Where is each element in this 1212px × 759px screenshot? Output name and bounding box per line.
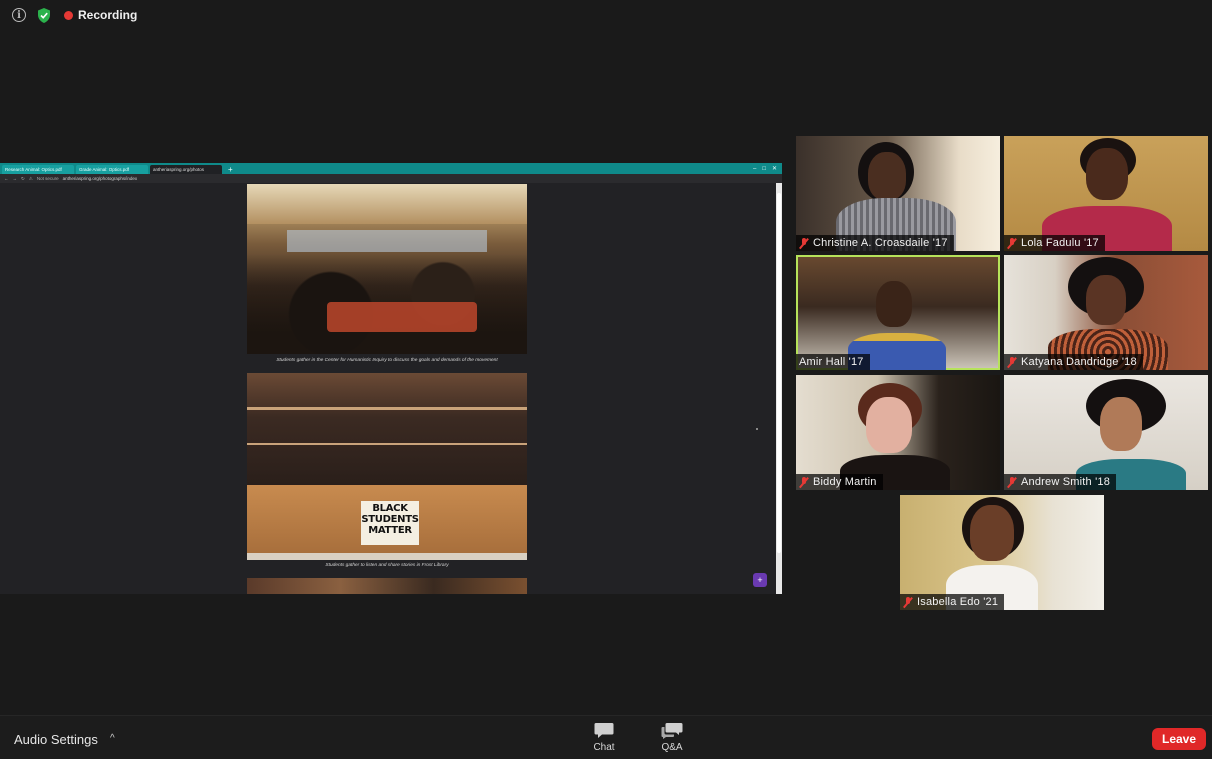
browser-address-bar[interactable]: ← → ↻ ⚠ Not secure antheriaspring.org/ph… [0, 174, 782, 183]
close-icon[interactable]: ✕ [772, 164, 777, 174]
leave-button[interactable]: Leave [1152, 728, 1206, 750]
mic-muted-icon [1007, 237, 1017, 249]
qa-label: Q&A [661, 742, 683, 753]
lock-warning-icon: ⚠ [28, 175, 33, 181]
chat-icon [594, 723, 614, 738]
mic-muted-icon [903, 596, 913, 608]
participant-nametag: Amir Hall '17 [796, 354, 870, 370]
photo-frost-library: BLACK STUDENTS MATTER [247, 373, 527, 560]
scrollbar-thumb[interactable] [777, 193, 781, 553]
video-tile[interactable]: Andrew Smith '18 [1004, 375, 1208, 490]
info-icon[interactable]: i [12, 8, 26, 22]
participant-nametag: Lola Fadulu '17 [1004, 235, 1105, 251]
browser-tab[interactable]: Grade Animal: Optics.pdf [76, 165, 148, 174]
video-tile[interactable]: Biddy Martin [796, 375, 1000, 490]
mic-muted-icon [799, 237, 809, 249]
shield-icon[interactable] [36, 7, 52, 23]
qa-icon [661, 723, 683, 739]
photo-center-humanistic-inquiry [247, 184, 527, 354]
photo-partial [247, 578, 527, 594]
reload-icon[interactable]: ↻ [21, 176, 25, 182]
shared-screen[interactable]: Research Animal: Optics.pdf Grade Animal… [0, 163, 782, 594]
protest-sign: BLACK STUDENTS MATTER [361, 501, 419, 545]
mic-muted-icon [799, 476, 809, 488]
meeting-toolbar: Audio Settings ^ Chat Q&A Leave [0, 715, 1212, 759]
participant-name: Amir Hall '17 [799, 356, 864, 368]
minimize-icon[interactable]: – [753, 164, 756, 174]
url-text[interactable]: antheriaspring.org/photographs/index [63, 176, 138, 181]
mic-muted-icon [1007, 356, 1017, 368]
video-tile[interactable]: Christine A. Croasdaile '17 [796, 136, 1000, 251]
photo-caption: Students gather in the Center for Humani… [276, 358, 498, 363]
recording-indicator[interactable]: Recording [64, 8, 137, 22]
browser-tab-active[interactable]: antheriaspring.org/photos [150, 165, 222, 174]
recording-label: Recording [78, 8, 138, 22]
page-dot [756, 428, 758, 430]
participant-nametag: Biddy Martin [796, 474, 883, 490]
chat-button[interactable]: Chat [579, 722, 629, 758]
new-tab-icon[interactable]: + [224, 165, 237, 174]
meeting-window: i Recording Research Animal: Optics.pdf … [0, 0, 1212, 759]
chevron-up-icon[interactable]: ^ [110, 733, 115, 744]
url-security-label: Not secure [36, 176, 59, 181]
participant-nametag: Andrew Smith '18 [1004, 474, 1117, 490]
top-status-bar: i Recording [0, 0, 1212, 30]
participant-nametag: Katyana Dandridge '18 [1004, 354, 1143, 370]
participant-nametag: Christine A. Croasdaile '17 [796, 235, 954, 251]
chat-label: Chat [593, 742, 615, 753]
photo-caption: Students gather to listen and share stor… [325, 563, 449, 568]
participant-name: Biddy Martin [813, 476, 877, 488]
maximize-icon[interactable]: □ [762, 164, 766, 174]
plus-icon[interactable]: + [753, 573, 767, 587]
recording-dot-icon [64, 10, 73, 20]
participant-name: Lola Fadulu '17 [1021, 237, 1099, 249]
video-tile[interactable]: Isabella Edo '21 [900, 495, 1104, 610]
participant-name: Katyana Dandridge '18 [1021, 356, 1137, 368]
mic-muted-icon [1007, 476, 1017, 488]
browser-tab[interactable]: Research Animal: Optics.pdf [2, 165, 74, 174]
participant-nametag: Isabella Edo '21 [900, 594, 1005, 610]
qa-button[interactable]: Q&A [647, 722, 697, 758]
video-tile-active-speaker[interactable]: Amir Hall '17 [796, 255, 1000, 370]
audio-settings-button[interactable]: Audio Settings [14, 732, 98, 747]
back-icon[interactable]: ← [4, 176, 9, 181]
participant-name: Andrew Smith '18 [1021, 476, 1111, 488]
forward-icon[interactable]: → [13, 176, 18, 181]
window-controls: – □ ✕ [753, 164, 782, 174]
browser-tab-strip: Research Animal: Optics.pdf Grade Animal… [0, 163, 782, 174]
video-tile[interactable]: Katyana Dandridge '18 [1004, 255, 1208, 370]
video-tile[interactable]: Lola Fadulu '17 [1004, 136, 1208, 251]
participant-name: Isabella Edo '21 [917, 596, 999, 608]
participant-name: Christine A. Croasdaile '17 [813, 237, 948, 249]
